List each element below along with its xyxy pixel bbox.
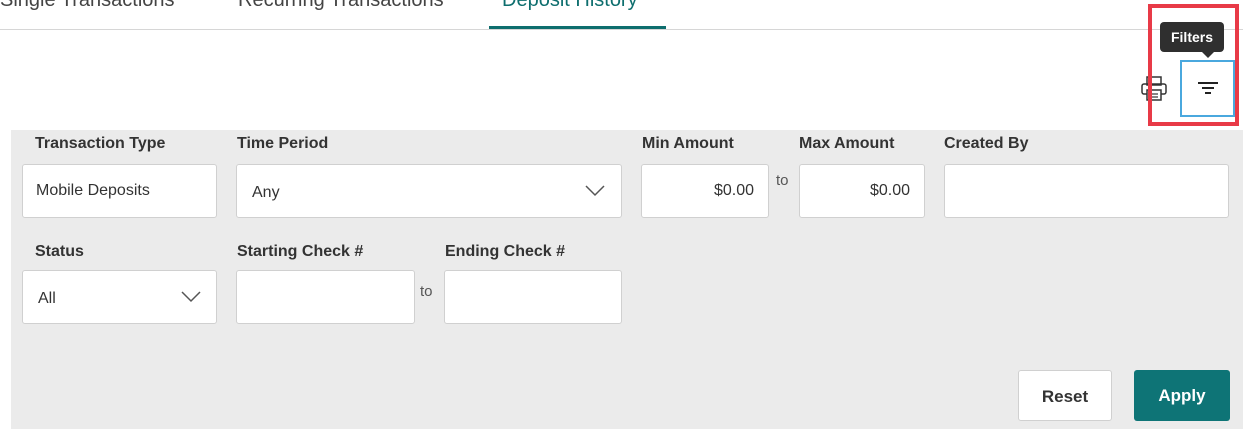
tab-single-transactions[interactable]: Single Transactions: [0, 0, 175, 14]
status-label: Status: [35, 243, 84, 260]
active-tab-indicator: [489, 26, 666, 29]
min-amount-input[interactable]: $0.00: [641, 164, 769, 218]
created-by-label: Created By: [944, 135, 1029, 152]
starting-check-label: Starting Check #: [237, 243, 364, 260]
check-range-to: to: [420, 283, 433, 300]
printer-icon: [1141, 76, 1167, 101]
chevron-down-icon: [181, 291, 201, 303]
chevron-down-icon: [585, 185, 605, 197]
ending-check-input[interactable]: [444, 270, 622, 324]
created-by-input[interactable]: [944, 164, 1229, 218]
filter-panel: Transaction Type Time Period Min Amount …: [11, 130, 1243, 429]
time-period-value: Any: [252, 184, 280, 201]
tab-bar: Single Transactions Recurring Transactio…: [0, 0, 1243, 30]
transaction-type-label: Transaction Type: [35, 135, 166, 152]
min-amount-value: $0.00: [713, 182, 754, 199]
transaction-type-field[interactable]: Mobile Deposits: [22, 164, 217, 218]
status-value: All: [38, 290, 56, 307]
reset-button[interactable]: Reset: [1018, 370, 1112, 421]
max-amount-input[interactable]: $0.00: [799, 164, 925, 218]
status-select[interactable]: All: [22, 270, 217, 324]
time-period-select[interactable]: Any: [236, 164, 622, 218]
amount-range-to: to: [776, 172, 789, 189]
tab-deposit-history[interactable]: Deposit History: [502, 0, 638, 14]
time-period-label: Time Period: [237, 135, 329, 152]
ending-check-label: Ending Check #: [445, 243, 566, 260]
apply-button[interactable]: Apply: [1134, 370, 1230, 421]
max-amount-value: $0.00: [869, 182, 910, 199]
print-button[interactable]: [1139, 74, 1169, 104]
max-amount-label: Max Amount: [799, 135, 895, 152]
tab-recurring-transactions[interactable]: Recurring Transactions: [238, 0, 444, 14]
filter-lines-icon: [1198, 82, 1218, 94]
starting-check-input[interactable]: [236, 270, 415, 324]
min-amount-label: Min Amount: [642, 135, 734, 152]
transaction-type-value: Mobile Deposits: [36, 182, 150, 199]
filters-button[interactable]: [1180, 60, 1235, 117]
filters-tooltip: Filters: [1160, 22, 1224, 58]
